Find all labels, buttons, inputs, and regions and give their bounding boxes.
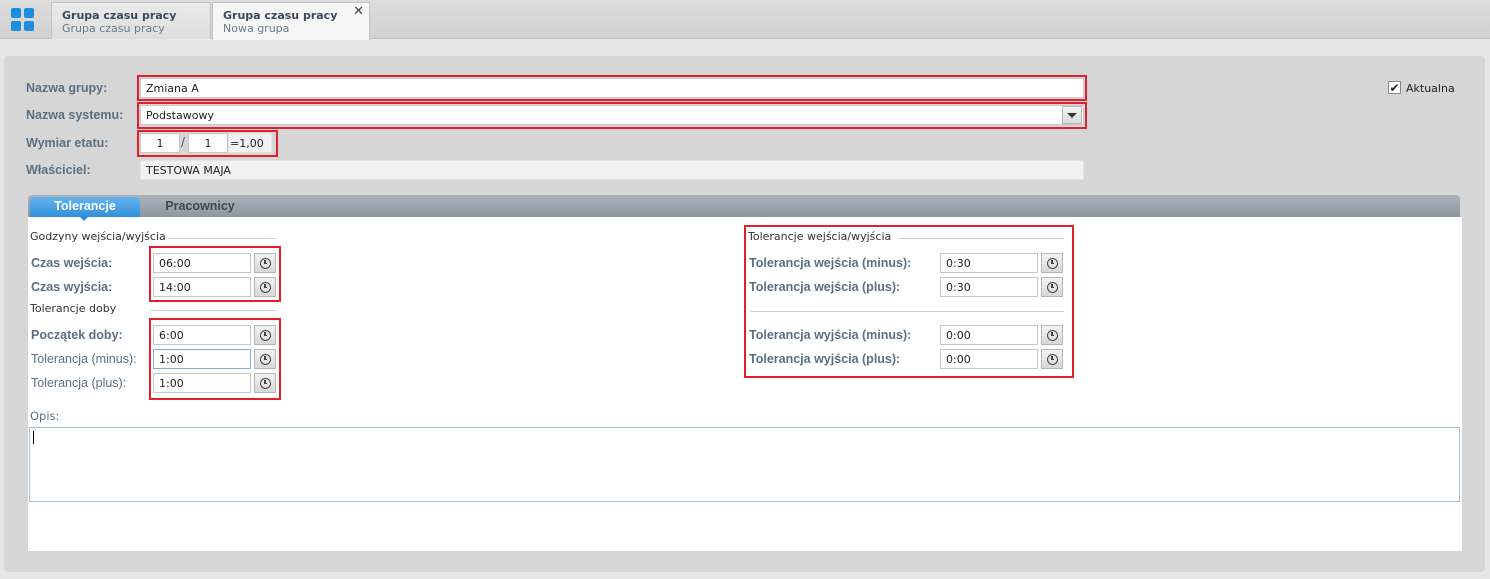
hours-section-title: Godzyny wejścia/wyjścia <box>30 230 166 243</box>
group-name-label: Nazwa grupy: <box>26 81 108 95</box>
entry-time-label: Czas wejścia: <box>31 256 113 270</box>
current-label: Aktualna <box>1406 82 1455 95</box>
section-divider <box>150 310 276 311</box>
description-label: Opis: <box>30 409 60 423</box>
highlight-frame <box>137 75 1087 101</box>
tab-subtitle: Grupa czasu pracy <box>62 22 165 35</box>
owner-value: TESTOWA MAJA <box>140 160 1084 180</box>
checkmark-icon: ✔ <box>1389 80 1400 95</box>
highlight-frame <box>744 225 1074 378</box>
tab-title: Grupa czasu pracy <box>62 9 177 22</box>
section-divider <box>168 238 276 239</box>
exit-time-label: Czas wyjścia: <box>31 280 113 294</box>
highlight-frame <box>137 102 1087 129</box>
tab-pracownicy[interactable]: Pracownicy <box>150 197 250 217</box>
day-tolerance-minus-label: Tolerancja (minus): <box>31 352 137 366</box>
fte-label: Wymiar etatu: <box>26 136 109 150</box>
owner-label: Właściciel: <box>26 163 91 177</box>
active-tab-pointer <box>78 215 90 221</box>
tab-tolerancje[interactable]: Tolerancje <box>30 197 140 217</box>
day-tolerance-section-title: Tolerancje doby <box>30 302 117 315</box>
tab-subtitle: Nowa grupa <box>223 22 290 35</box>
system-name-label: Nazwa systemu: <box>26 108 124 122</box>
text-caret <box>33 431 34 444</box>
day-start-label: Początek doby: <box>31 328 123 342</box>
highlight-frame <box>149 246 281 302</box>
inner-tab-bar: Tolerancje Pracownicy <box>28 195 1460 217</box>
home-menu-button[interactable] <box>0 0 44 39</box>
current-checkbox[interactable]: ✔ <box>1388 81 1401 94</box>
description-textarea[interactable] <box>29 427 1460 502</box>
top-tab-strip: Grupa czasu pracy Grupa czasu pracy Grup… <box>0 0 1490 40</box>
apps-grid-icon <box>10 8 34 31</box>
document-tab-new-group[interactable]: Grupa czasu pracy Nowa grupa ✕ <box>212 2 370 40</box>
day-tolerance-plus-label: Tolerancja (plus): <box>31 376 127 390</box>
highlight-frame <box>137 130 278 157</box>
tab-title: Grupa czasu pracy <box>223 9 338 22</box>
close-icon[interactable]: ✕ <box>353 4 364 19</box>
highlight-frame <box>149 318 281 400</box>
document-tab-list[interactable]: Grupa czasu pracy Grupa czasu pracy <box>51 2 211 39</box>
